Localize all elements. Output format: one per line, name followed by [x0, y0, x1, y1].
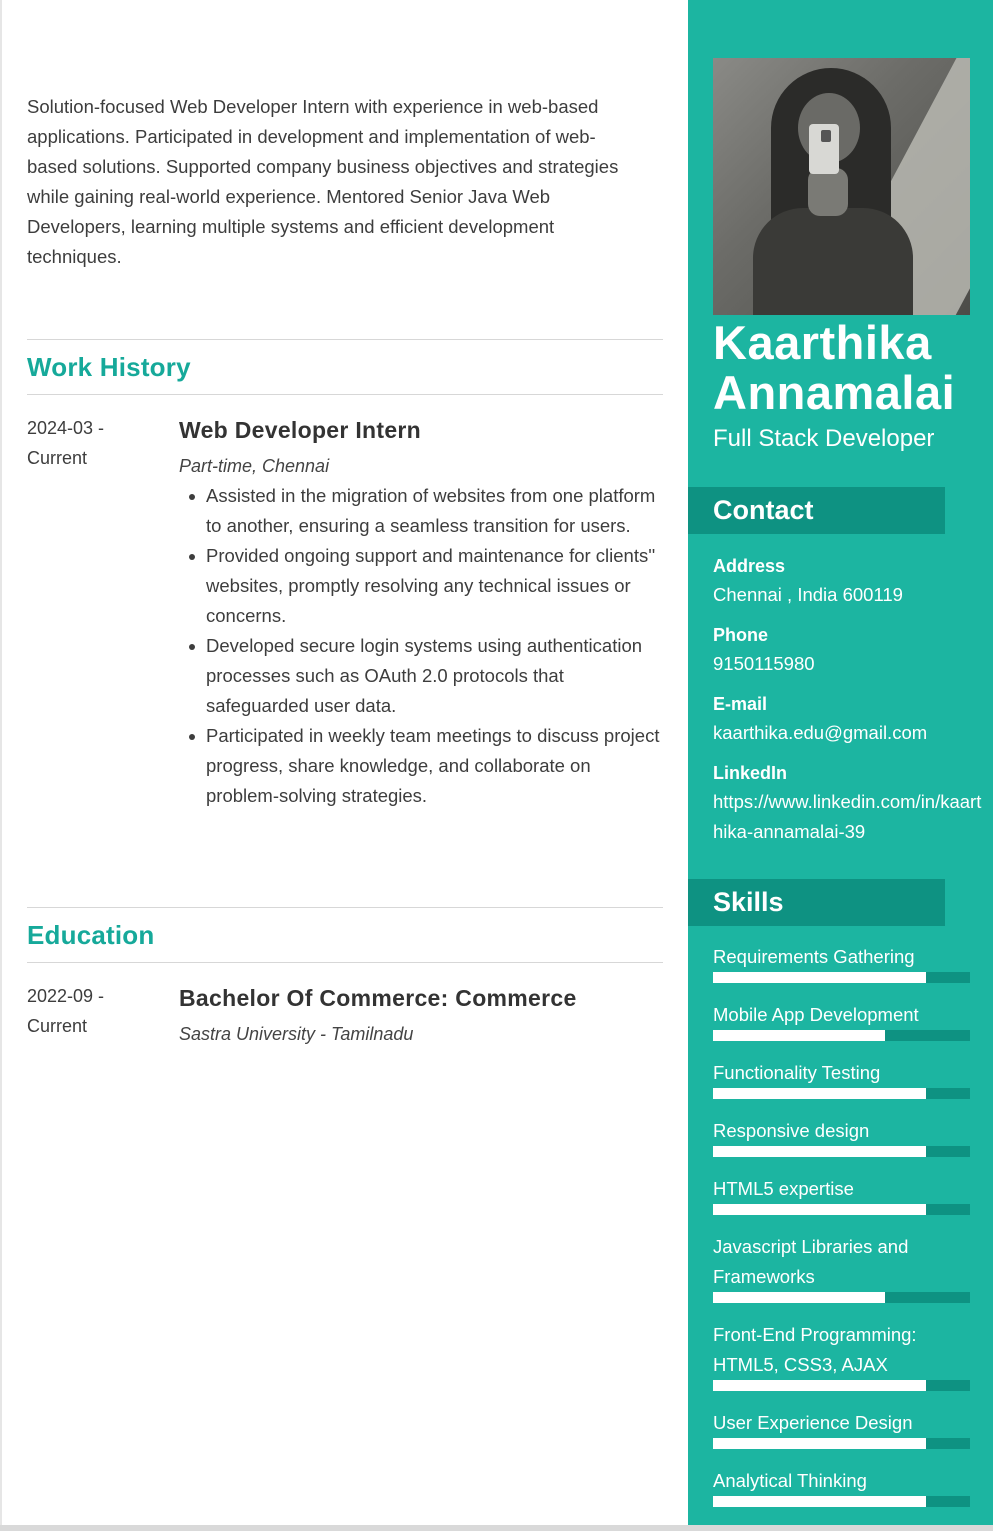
skill-item: User Experience Design	[713, 1408, 970, 1449]
skill-item: Analytical Thinking	[713, 1466, 970, 1507]
list-item: Participated in weekly team meetings to …	[179, 721, 663, 811]
skill-level-fill	[713, 1496, 927, 1507]
phone-value: 9150115980	[713, 653, 815, 674]
skill-item: Mobile App Development	[713, 1000, 970, 1041]
skill-name: Javascript Libraries and Frameworks	[713, 1236, 909, 1287]
candidate-name: Kaarthika Annamalai	[713, 318, 993, 418]
work-history-section: Work History 2024-03 - Current Web Devel…	[27, 339, 663, 811]
list-item: Developed secure login systems using aut…	[179, 631, 663, 721]
skill-level-fill	[713, 1380, 927, 1391]
skill-level-bar	[713, 1146, 970, 1157]
skill-item: Functionality Testing	[713, 1058, 970, 1099]
section-divider	[27, 394, 663, 395]
skill-name: Front-End Programming: HTML5, CSS3, AJAX	[713, 1324, 917, 1375]
education-heading: Education	[27, 920, 155, 950]
job-subtitle: Part-time, Chennai	[179, 456, 330, 476]
education-section: Education 2022-09 - Current Bachelor Of …	[27, 907, 663, 1049]
address-label: Address	[713, 556, 786, 576]
skill-level-fill	[713, 972, 927, 983]
skill-level-fill	[713, 1088, 927, 1099]
candidate-role: Full Stack Developer	[713, 425, 935, 452]
skill-item: HTML5 expertise	[713, 1174, 970, 1215]
skills-heading: Skills	[688, 879, 945, 926]
skill-level-fill	[713, 1204, 927, 1215]
job-title: Web Developer Intern	[179, 417, 422, 443]
professional-summary: Solution-focused Web Developer Intern wi…	[27, 96, 619, 267]
linkedin-label: LinkedIn	[713, 763, 788, 783]
school-name: Sastra University - Tamilnadu	[179, 1024, 414, 1044]
skill-level-bar	[713, 1292, 970, 1303]
skill-name: Analytical Thinking	[713, 1470, 867, 1491]
skill-name: Functionality Testing	[713, 1062, 881, 1083]
address-value: Chennai , India 600119	[713, 584, 903, 605]
skill-level-bar	[713, 1030, 970, 1041]
job-responsibilities: Assisted in the migration of websites fr…	[179, 481, 663, 811]
skill-item: Javascript Libraries and Frameworks	[713, 1232, 970, 1303]
email-value[interactable]: kaarthika.edu@gmail.com	[713, 718, 983, 748]
skill-name: HTML5 expertise	[713, 1178, 854, 1199]
last-name: Annamalai	[713, 366, 956, 419]
education-entry: 2022-09 - Current Bachelor Of Commerce: …	[27, 981, 663, 1049]
skill-item: Requirements Gathering	[713, 942, 970, 983]
page-left-border	[0, 0, 2, 1531]
phone-label: Phone	[713, 625, 769, 645]
page-bottom-border	[0, 1525, 993, 1531]
section-divider	[27, 962, 663, 963]
linkedin-link[interactable]: https://www.linkedin.com/in/kaarthika-an…	[713, 787, 983, 847]
work-history-heading: Work History	[27, 352, 191, 382]
skill-name: Mobile App Development	[713, 1004, 919, 1025]
profile-photo	[713, 58, 970, 315]
email-label: E-mail	[713, 694, 768, 714]
skill-level-fill	[713, 1030, 886, 1041]
first-name: Kaarthika	[713, 316, 932, 369]
skill-level-bar	[713, 1088, 970, 1099]
skill-item: Responsive design	[713, 1116, 970, 1157]
skill-level-bar	[713, 1438, 970, 1449]
contact-details: Address Chennai , India 600119 Phone 915…	[713, 552, 983, 847]
skill-level-fill	[713, 1438, 927, 1449]
skill-item: Front-End Programming: HTML5, CSS3, AJAX	[713, 1320, 970, 1391]
education-date: 2022-09 - Current	[27, 986, 105, 1036]
skill-level-bar	[713, 972, 970, 983]
skill-level-bar	[713, 1204, 970, 1215]
skill-level-fill	[713, 1292, 886, 1303]
skill-level-bar	[713, 1496, 970, 1507]
work-entry: 2024-03 - Current Web Developer Intern P…	[27, 413, 663, 811]
list-item: Provided ongoing support and maintenance…	[179, 541, 663, 631]
list-item: Assisted in the migration of websites fr…	[179, 481, 663, 541]
skill-level-fill	[713, 1146, 927, 1157]
sidebar: Kaarthika Annamalai Full Stack Developer…	[688, 0, 993, 1531]
skills-list: Requirements Gathering Mobile App Develop…	[713, 942, 970, 1524]
contact-heading: Contact	[688, 487, 945, 534]
skill-name: Requirements Gathering	[713, 946, 915, 967]
skill-name: User Experience Design	[713, 1412, 913, 1433]
work-date: 2024-03 - Current	[27, 418, 105, 468]
skill-level-bar	[713, 1380, 970, 1391]
degree-title: Bachelor Of Commerce: Commerce	[179, 985, 577, 1011]
skill-name: Responsive design	[713, 1120, 870, 1141]
